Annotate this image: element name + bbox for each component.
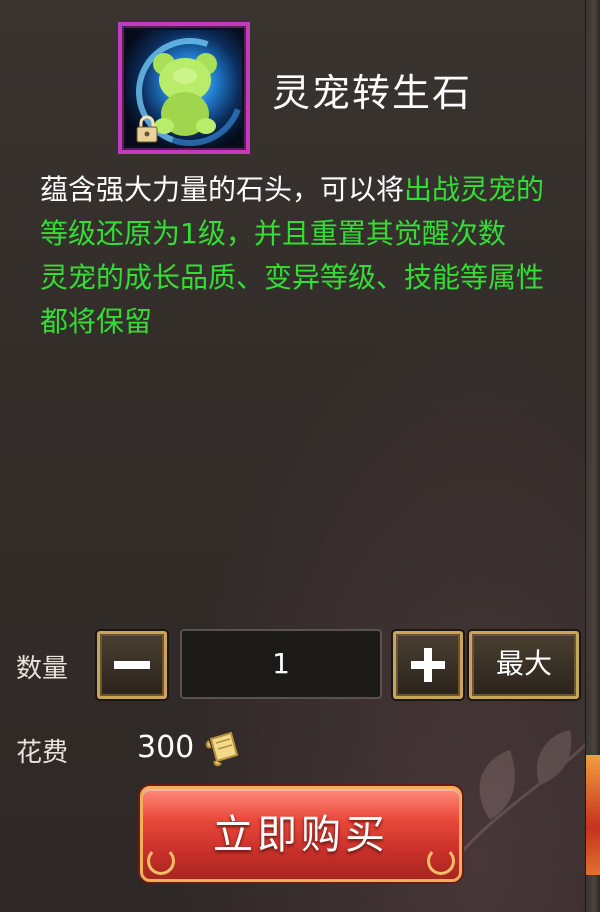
side-tab[interactable] [586, 755, 600, 875]
increase-quantity-button[interactable] [393, 631, 463, 699]
item-icon-frame [118, 22, 250, 154]
lock-icon [136, 115, 158, 143]
item-name: 灵宠转生石 [272, 71, 473, 115]
panel-edge [585, 0, 600, 912]
cost-label: 花费 [16, 738, 69, 768]
plus-icon [411, 648, 445, 682]
cost-value: 300 [137, 730, 195, 765]
buy-now-label: 立即购买 [213, 812, 389, 858]
max-quantity-button[interactable]: 最大 [469, 631, 579, 699]
quantity-label: 数量 [16, 654, 69, 684]
buy-now-button[interactable]: 立即购买 [140, 786, 462, 882]
minus-icon [114, 661, 150, 669]
decrease-quantity-button[interactable] [97, 631, 167, 699]
item-purchase-panel: 灵宠转生石 蕴含强大力量的石头，可以将出战灵宠的等级还原为1级，并且重置其觉醒次… [0, 0, 600, 912]
scroll-icon [205, 731, 239, 767]
description-text: 蕴含强大力量的石头，可以将 [40, 173, 405, 206]
item-description: 蕴含强大力量的石头，可以将出战灵宠的等级还原为1级，并且重置其觉醒次数 灵宠的成… [40, 168, 560, 344]
quantity-input[interactable]: 1 [180, 629, 382, 699]
corner-ornament-icon [427, 847, 455, 875]
description-highlight-2: 灵宠的成长品质、变异等级、技能等属性都将保留 [40, 261, 545, 338]
corner-ornament-icon [147, 847, 175, 875]
pet-rebirth-stone-icon [126, 30, 242, 146]
